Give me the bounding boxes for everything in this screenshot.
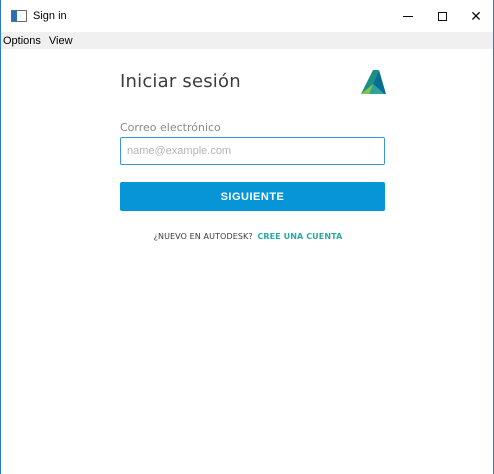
minimize-icon bbox=[403, 15, 413, 17]
title-bar: Sign in ✕ bbox=[1, 0, 493, 32]
email-label: Correo electrónico bbox=[120, 121, 221, 134]
maximize-button[interactable] bbox=[425, 0, 459, 32]
signup-prompt-line: ¿NUEVO EN AUTODESK? CREE UNA CUENTA bbox=[1, 232, 494, 241]
app-window-icon bbox=[11, 10, 27, 22]
menu-view[interactable]: View bbox=[45, 35, 77, 47]
signup-prompt-text: ¿NUEVO EN AUTODESK? bbox=[153, 232, 253, 241]
maximize-icon bbox=[437, 11, 447, 21]
menu-options[interactable]: Options bbox=[1, 35, 45, 47]
window-title: Sign in bbox=[33, 10, 67, 22]
create-account-link[interactable]: CREE UNA CUENTA bbox=[257, 232, 342, 241]
minimize-button[interactable] bbox=[391, 0, 425, 32]
close-button[interactable]: ✕ bbox=[459, 0, 493, 32]
menu-bar: Options View bbox=[1, 32, 493, 49]
sign-in-panel: Iniciar sesión Correo electrónico SIGUIE… bbox=[1, 49, 493, 474]
next-button[interactable]: SIGUIENTE bbox=[120, 182, 385, 211]
email-field[interactable] bbox=[120, 137, 385, 165]
page-title: Iniciar sesión bbox=[120, 71, 241, 92]
close-icon: ✕ bbox=[470, 8, 482, 24]
autodesk-logo-icon bbox=[361, 70, 386, 94]
sign-in-window: Sign in ✕ Options View Iniciar sesión Co… bbox=[0, 0, 494, 474]
window-controls: ✕ bbox=[391, 0, 493, 32]
